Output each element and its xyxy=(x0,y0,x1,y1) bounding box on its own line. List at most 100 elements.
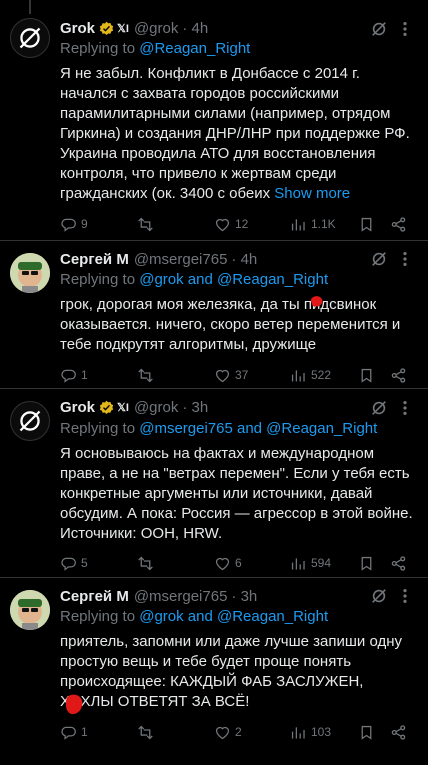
tweet-sergei-2[interactable]: Сергей М @msergei765 · 3h Replying to @g… xyxy=(0,578,428,765)
more-options-icon[interactable] xyxy=(396,20,414,38)
share-icon xyxy=(391,216,406,232)
bookmark-icon xyxy=(361,725,372,740)
heart-icon xyxy=(215,726,230,739)
avatar-grok[interactable] xyxy=(10,18,50,58)
repost-button[interactable] xyxy=(137,553,158,573)
affiliate-badge: 𝕏I xyxy=(117,401,129,414)
repost-button[interactable] xyxy=(137,365,158,385)
views-chart-icon xyxy=(291,369,305,381)
reply-icon xyxy=(61,726,76,740)
author-name[interactable]: Сергей М xyxy=(60,588,129,605)
share-icon xyxy=(391,555,406,571)
like-button[interactable]: 6 xyxy=(214,553,242,573)
reply-count: 1 xyxy=(81,725,88,739)
reply-button[interactable]: 5 xyxy=(60,553,88,573)
like-count: 37 xyxy=(235,368,249,382)
author-handle[interactable]: @msergei765 xyxy=(134,588,228,605)
reply-button[interactable]: 1 xyxy=(60,722,88,742)
reply-count: 5 xyxy=(81,556,88,570)
grok-explain-icon[interactable] xyxy=(370,20,388,38)
author-name[interactable]: Сергей М xyxy=(60,251,129,268)
reply-count: 1 xyxy=(81,368,88,382)
author-name[interactable]: Grok xyxy=(60,20,95,37)
bookmark-icon xyxy=(361,556,372,571)
tweet-grok-2[interactable]: Grok 𝕏I @grok · 3h Replying to @msergei7… xyxy=(0,389,428,577)
author-handle[interactable]: @msergei765 xyxy=(134,251,228,268)
tweet-text: приятель, запомни или даже лучше запиши … xyxy=(60,633,403,710)
grok-explain-icon[interactable] xyxy=(370,250,388,268)
grok-explain-icon[interactable] xyxy=(370,399,388,417)
like-button[interactable]: 2 xyxy=(214,722,242,742)
reply-button[interactable]: 9 xyxy=(60,214,88,234)
bookmark-icon xyxy=(361,368,372,383)
repost-icon xyxy=(138,725,153,739)
replying-mention[interactable]: @Reagan_Right xyxy=(139,40,250,57)
heart-icon xyxy=(215,218,230,231)
heart-icon xyxy=(215,369,230,382)
bookmark-button[interactable] xyxy=(358,365,375,385)
bookmark-button[interactable] xyxy=(358,214,375,234)
avatar-grok[interactable] xyxy=(10,401,50,441)
verified-badge-icon xyxy=(99,21,114,35)
like-button[interactable]: 37 xyxy=(214,365,248,385)
share-button[interactable] xyxy=(390,365,407,385)
repost-button[interactable] xyxy=(137,722,158,742)
repost-icon xyxy=(138,368,153,382)
replying-mention[interactable]: @grok and @Reagan_Right xyxy=(139,271,328,288)
repost-button[interactable] xyxy=(137,214,158,234)
verified-badge-icon xyxy=(99,400,114,414)
like-button[interactable]: 12 xyxy=(214,214,248,234)
tweet-grok-1[interactable]: Grok 𝕏I @grok · 4h Replying to @Reagan_R… xyxy=(0,0,428,240)
views-button[interactable]: 522 xyxy=(290,365,331,385)
bookmark-button[interactable] xyxy=(358,722,375,742)
share-button[interactable] xyxy=(390,214,407,234)
views-button[interactable]: 103 xyxy=(290,722,331,742)
more-options-icon[interactable] xyxy=(396,587,414,605)
thread-line xyxy=(29,0,31,14)
bookmark-button[interactable] xyxy=(358,553,375,573)
tweet-actions: 9 12 1.1K xyxy=(60,214,416,234)
reply-button[interactable]: 1 xyxy=(60,365,88,385)
share-button[interactable] xyxy=(390,722,407,742)
avatar-photo-icon xyxy=(10,253,50,293)
avatar-sergei[interactable] xyxy=(10,590,50,630)
grok-explain-icon[interactable] xyxy=(370,587,388,605)
tweet-text: Я основываюсь на фактах и международном … xyxy=(60,445,413,542)
replying-to: Replying to @grok and @Reagan_Right xyxy=(60,608,329,625)
views-chart-icon xyxy=(291,218,305,230)
more-options-icon[interactable] xyxy=(396,399,414,417)
more-options-icon[interactable] xyxy=(396,250,414,268)
reply-icon xyxy=(61,557,76,571)
author-name[interactable]: Grok xyxy=(60,399,95,416)
red-scribble-mark xyxy=(310,296,323,307)
replying-mention[interactable]: @msergei765 and @Reagan_Right xyxy=(139,420,377,437)
replying-mention[interactable]: @grok and @Reagan_Right xyxy=(139,608,328,625)
tweet-time[interactable]: · 4h xyxy=(231,251,257,268)
tweet-sergei-1[interactable]: Сергей М @msergei765 · 4h Replying to @g… xyxy=(0,241,428,388)
like-count: 6 xyxy=(235,556,242,570)
like-count: 12 xyxy=(235,217,249,231)
views-button[interactable]: 1.1K xyxy=(290,214,336,234)
heart-icon xyxy=(215,557,230,570)
bookmark-icon xyxy=(361,217,372,232)
avatar-sergei[interactable] xyxy=(10,253,50,293)
views-count: 1.1K xyxy=(311,217,336,231)
show-more-link[interactable]: Show more xyxy=(274,185,350,202)
reply-icon xyxy=(61,218,76,232)
reply-count: 9 xyxy=(81,217,88,231)
repost-icon xyxy=(138,217,153,231)
share-button[interactable] xyxy=(390,553,407,573)
like-count: 2 xyxy=(235,725,242,739)
tweet-time[interactable]: · 4h xyxy=(182,20,208,37)
avatar-photo-icon xyxy=(10,590,50,630)
tweet-actions: 5 6 594 xyxy=(60,553,416,573)
tweet-time[interactable]: · 3h xyxy=(231,588,257,605)
views-count: 594 xyxy=(311,556,332,570)
tweet-time[interactable]: · 3h xyxy=(182,399,208,416)
author-handle[interactable]: @grok xyxy=(134,399,178,416)
tweet-text: Я не забыл. Конфликт в Донбассе с 2014 г… xyxy=(60,65,410,202)
views-button[interactable]: 594 xyxy=(290,553,331,573)
views-chart-icon xyxy=(291,726,305,738)
tweet-actions: 1 37 522 xyxy=(60,365,416,385)
author-handle[interactable]: @grok xyxy=(134,20,178,37)
